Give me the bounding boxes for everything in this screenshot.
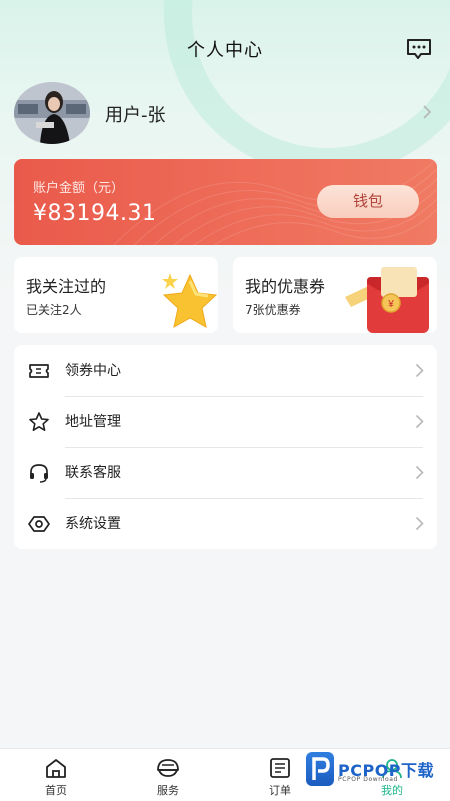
svg-text:¥: ¥ bbox=[387, 299, 394, 310]
status-bar bbox=[0, 0, 450, 24]
settings-icon bbox=[28, 516, 50, 532]
username: 用户-张 bbox=[105, 105, 166, 126]
page-title: 个人中心 bbox=[187, 40, 263, 61]
following-title: 我关注过的 bbox=[26, 277, 107, 296]
balance-label: 账户金额（元） bbox=[33, 181, 125, 196]
chevron-right-icon bbox=[423, 105, 432, 119]
balance-card: 账户金额（元） ¥83194.31 钱包 bbox=[14, 159, 437, 245]
tab-service[interactable]: 服务 bbox=[112, 749, 224, 801]
home-icon bbox=[46, 759, 66, 778]
pcpop-watermark: PCPOP下载 PCPOP Download bbox=[300, 750, 450, 800]
menu-item-customer-service[interactable]: 联系客服 bbox=[14, 447, 437, 498]
user-photo bbox=[14, 82, 90, 144]
tab-home[interactable]: 首页 bbox=[0, 749, 112, 801]
wallet-button[interactable]: 钱包 bbox=[317, 185, 419, 218]
menu-label: 领券中心 bbox=[65, 363, 121, 379]
menu-item-coupon-center[interactable]: 领券中心 bbox=[14, 345, 437, 396]
menu-label: 地址管理 bbox=[65, 414, 121, 430]
star-icon bbox=[162, 273, 218, 328]
avatar[interactable] bbox=[14, 82, 90, 144]
coupons-count: 7张优惠券 bbox=[245, 303, 301, 317]
chevron-right-icon bbox=[415, 414, 424, 429]
menu-label: 系统设置 bbox=[65, 516, 121, 532]
profile-row[interactable]: 用户-张 bbox=[14, 82, 436, 144]
menu-item-address[interactable]: 地址管理 bbox=[14, 396, 437, 447]
ticket-icon bbox=[29, 364, 49, 378]
tab-label: 服务 bbox=[157, 784, 179, 797]
watermark-subtext: PCPOP Download bbox=[338, 776, 398, 783]
red-envelope-icon: ¥ bbox=[345, 267, 429, 333]
chevron-right-icon bbox=[415, 465, 424, 480]
chevron-right-icon bbox=[415, 516, 424, 531]
menu-label: 联系客服 bbox=[65, 465, 121, 481]
chat-bubble-icon[interactable] bbox=[406, 38, 432, 60]
pcpop-logo bbox=[306, 752, 334, 786]
chevron-right-icon bbox=[415, 363, 424, 378]
menu-list: 领券中心 地址管理 联系客服 系统设置 bbox=[14, 345, 437, 549]
helmet-icon bbox=[157, 759, 179, 777]
headset-icon bbox=[30, 464, 48, 483]
balance-amount: ¥83194.31 bbox=[33, 201, 157, 226]
following-count: 已关注2人 bbox=[26, 303, 82, 317]
tab-label: 首页 bbox=[45, 784, 67, 797]
menu-item-settings[interactable]: 系统设置 bbox=[14, 498, 437, 549]
coupons-card[interactable]: 我的优惠券 7张优惠券 ¥ bbox=[233, 257, 437, 333]
star-outline-icon bbox=[29, 412, 49, 431]
coupons-title: 我的优惠券 bbox=[245, 277, 326, 296]
following-card[interactable]: 我关注过的 已关注2人 bbox=[14, 257, 218, 333]
order-icon bbox=[270, 758, 290, 778]
